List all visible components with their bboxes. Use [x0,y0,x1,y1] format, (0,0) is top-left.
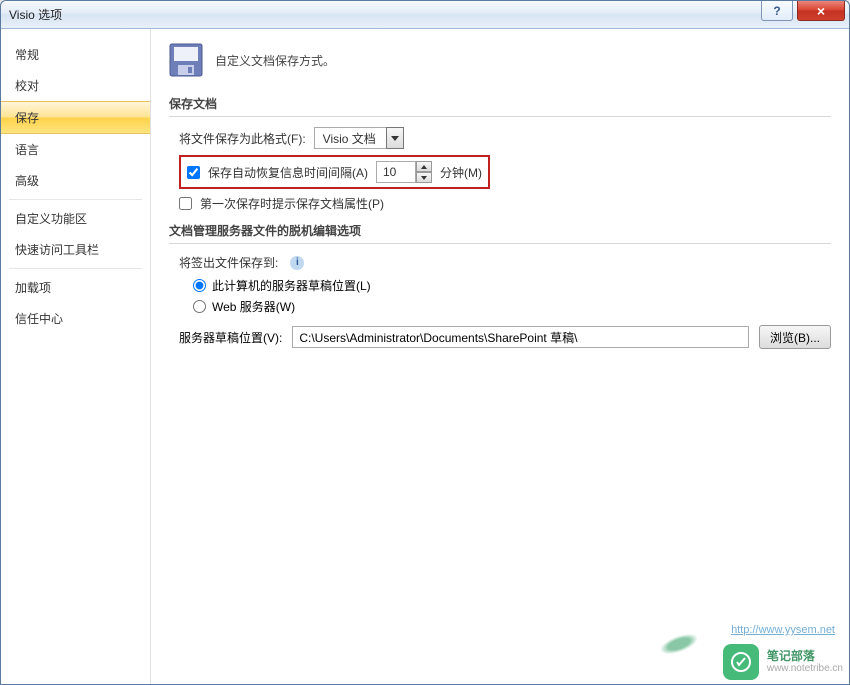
browse-button[interactable]: 浏览(B)... [759,325,831,349]
watermark: 笔记部落 www.notetribe.cn [723,644,843,680]
sidebar-separator [9,199,142,200]
sidebar-item-label: 信任中心 [15,312,63,326]
autosave-highlight: 保存自动恢复信息时间间隔(A) 10 分钟(M) [179,155,490,189]
sidebar-item-label: 常规 [15,48,39,62]
save-format-label: 将文件保存为此格式(F): [179,130,306,147]
window-title: Visio 选项 [9,6,62,23]
radio-web-label: Web 服务器(W) [212,298,295,315]
combo-dropdown-button[interactable] [386,127,404,149]
sidebar-item-general[interactable]: 常规 [1,39,150,70]
watermark-logo-icon [723,644,759,680]
close-button[interactable]: × [797,1,845,21]
watermark-title: 笔记部落 [767,650,843,663]
watermark-text: 笔记部落 www.notetribe.cn [767,650,843,674]
save-disk-icon [169,43,203,77]
titlebar: Visio 选项 ? × [1,1,849,29]
close-icon: × [817,4,825,18]
help-button[interactable]: ? [761,1,793,21]
panel-header: 自定义文档保存方式。 [169,43,831,77]
watermark-leaf [657,630,700,659]
autosave-unit: 分钟(M) [440,164,482,181]
sidebar-item-quick-access[interactable]: 快速访问工具栏 [1,234,150,265]
sidebar-item-addins[interactable]: 加载项 [1,272,150,303]
window-controls: ? × [761,1,849,21]
dialog-body: 常规 校对 保存 语言 高级 自定义功能区 快速访问工具栏 加载项 信任中心 自… [1,29,849,684]
draft-path-input[interactable] [292,326,749,348]
sidebar-item-proofing[interactable]: 校对 [1,70,150,101]
chevron-down-icon [391,136,399,141]
watermark-url: http://www.yysem.net [731,624,835,636]
sidebar: 常规 校对 保存 语言 高级 自定义功能区 快速访问工具栏 加载项 信任中心 [1,29,151,684]
radio-local-row: 此计算机的服务器草稿位置(L) [193,277,831,294]
sidebar-item-label: 语言 [15,143,39,157]
sidebar-item-trust-center[interactable]: 信任中心 [1,303,150,334]
sidebar-item-label: 保存 [15,111,39,125]
save-format-row: 将文件保存为此格式(F): Visio 文档 [179,127,831,149]
sidebar-item-save[interactable]: 保存 [1,101,150,134]
sidebar-item-advanced[interactable]: 高级 [1,165,150,196]
autosave-interval-spinner[interactable]: 10 [376,161,432,183]
save-format-value: Visio 文档 [314,127,386,149]
checkout-label: 将签出文件保存到: [179,254,278,271]
radio-local-drafts[interactable] [193,279,206,292]
spinner-buttons [416,161,432,183]
spinner-up-button[interactable] [416,161,432,172]
autosave-checkbox[interactable] [187,166,200,179]
checkout-label-row: 将签出文件保存到: i [179,254,831,271]
watermark-subtitle: www.notetribe.cn [767,663,843,674]
main-panel: 自定义文档保存方式。 保存文档 将文件保存为此格式(F): Visio 文档 保… [151,29,849,684]
sidebar-item-label: 校对 [15,79,39,93]
sidebar-item-language[interactable]: 语言 [1,134,150,165]
chevron-down-icon [421,176,427,180]
autosave-row: 保存自动恢复信息时间间隔(A) 10 分钟(M) [179,155,831,189]
browse-button-label: 浏览(B)... [770,331,820,345]
sidebar-item-label: 自定义功能区 [15,212,87,226]
radio-web-server[interactable] [193,300,206,313]
options-dialog: Visio 选项 ? × 常规 校对 保存 语言 高级 自定义功能区 快速访问工… [0,0,850,685]
sidebar-item-label: 高级 [15,174,39,188]
chevron-up-icon [421,165,427,169]
sidebar-item-custom-ribbon[interactable]: 自定义功能区 [1,203,150,234]
info-icon[interactable]: i [290,256,304,270]
sidebar-separator [9,268,142,269]
draft-path-label: 服务器草稿位置(V): [179,329,282,346]
spinner-down-button[interactable] [416,172,432,183]
first-save-label: 第一次保存时提示保存文档属性(P) [200,195,384,212]
save-format-combo[interactable]: Visio 文档 [314,127,404,149]
panel-header-text: 自定义文档保存方式。 [215,52,335,69]
help-icon: ? [773,4,780,18]
section-offline-edit: 文档管理服务器文件的脱机编辑选项 [169,218,831,244]
radio-web-row: Web 服务器(W) [193,298,831,315]
first-save-row: 第一次保存时提示保存文档属性(P) [179,195,831,212]
autosave-interval-value[interactable]: 10 [376,161,416,183]
radio-local-label: 此计算机的服务器草稿位置(L) [212,277,371,294]
sidebar-item-label: 快速访问工具栏 [15,243,99,257]
autosave-label: 保存自动恢复信息时间间隔(A) [208,164,368,181]
draft-path-row: 服务器草稿位置(V): 浏览(B)... [179,325,831,349]
first-save-checkbox[interactable] [179,197,192,210]
sidebar-item-label: 加载项 [15,281,51,295]
section-save-docs: 保存文档 [169,91,831,117]
